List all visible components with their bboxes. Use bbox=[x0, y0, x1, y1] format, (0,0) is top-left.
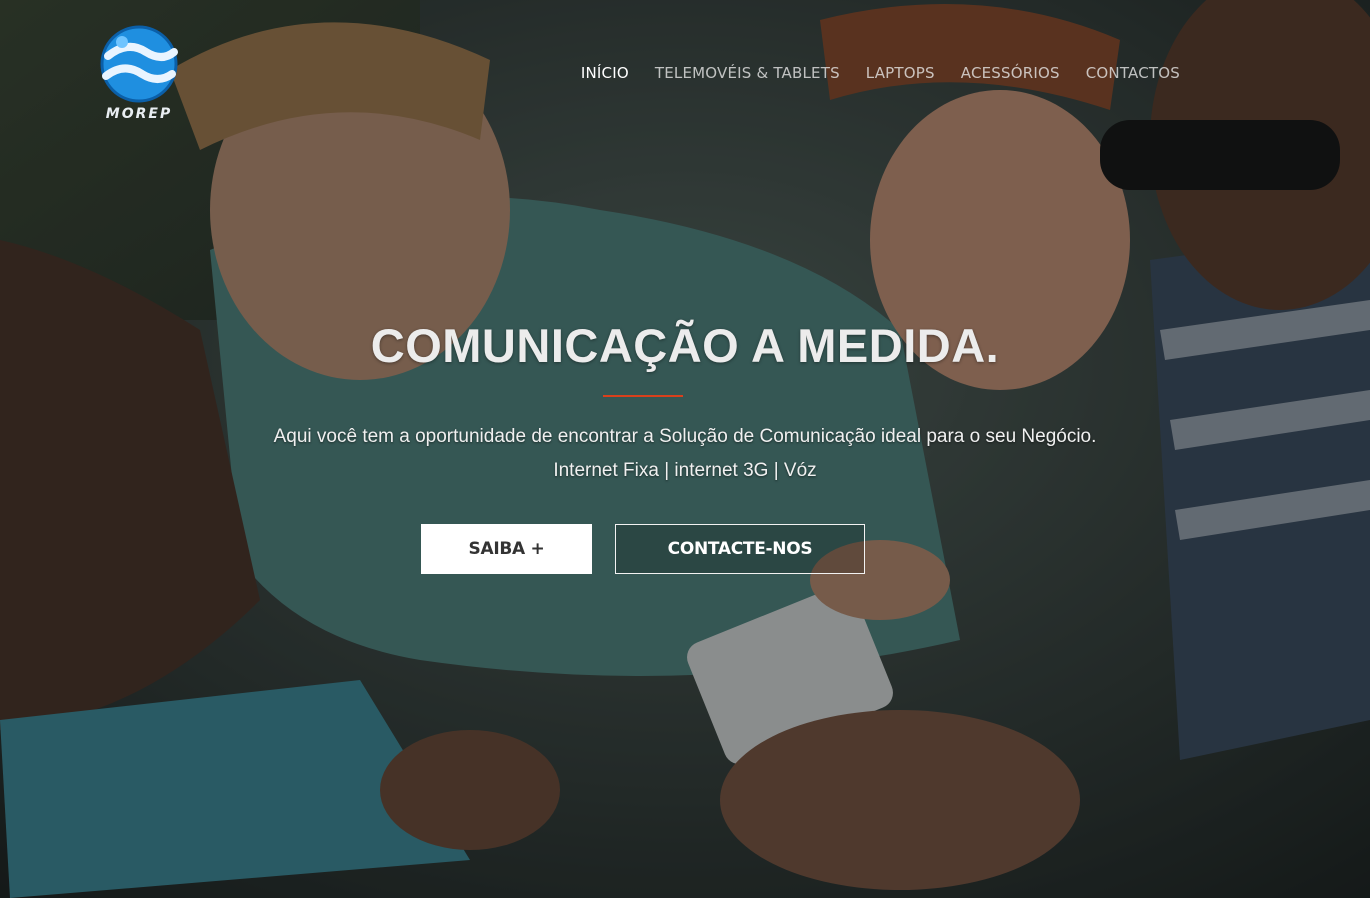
brand-logo[interactable]: MOREP bbox=[94, 22, 184, 132]
nav-item-laptops[interactable]: LAPTOPS bbox=[866, 64, 935, 82]
brand-name: MOREP bbox=[105, 106, 173, 122]
hero-services: Internet Fixa | internet 3G | Vóz bbox=[553, 460, 817, 481]
hero-dark-overlay bbox=[0, 0, 1370, 898]
title-divider bbox=[603, 395, 683, 397]
saiba-mais-button[interactable]: SAIBA + bbox=[421, 524, 592, 574]
nav-item-inicio[interactable]: INÍCIO bbox=[581, 64, 629, 82]
main-navigation: INÍCIO TELEMOVÉIS & TABLETS LAPTOPS ACES… bbox=[581, 64, 1180, 82]
nav-item-contactos[interactable]: CONTACTOS bbox=[1086, 64, 1180, 82]
hero-subtitle: Aqui você tem a oportunidade de encontra… bbox=[273, 426, 1097, 447]
hero-title: COMUNICAÇÃO A MEDIDA. bbox=[370, 319, 1000, 372]
contacte-nos-button[interactable]: CONTACTE-NOS bbox=[615, 524, 865, 574]
nav-item-acessorios[interactable]: ACESSÓRIOS bbox=[961, 64, 1060, 82]
globe-wave-icon bbox=[100, 25, 178, 103]
nav-item-telemoveis-tablets[interactable]: TELEMOVÉIS & TABLETS bbox=[655, 64, 840, 82]
